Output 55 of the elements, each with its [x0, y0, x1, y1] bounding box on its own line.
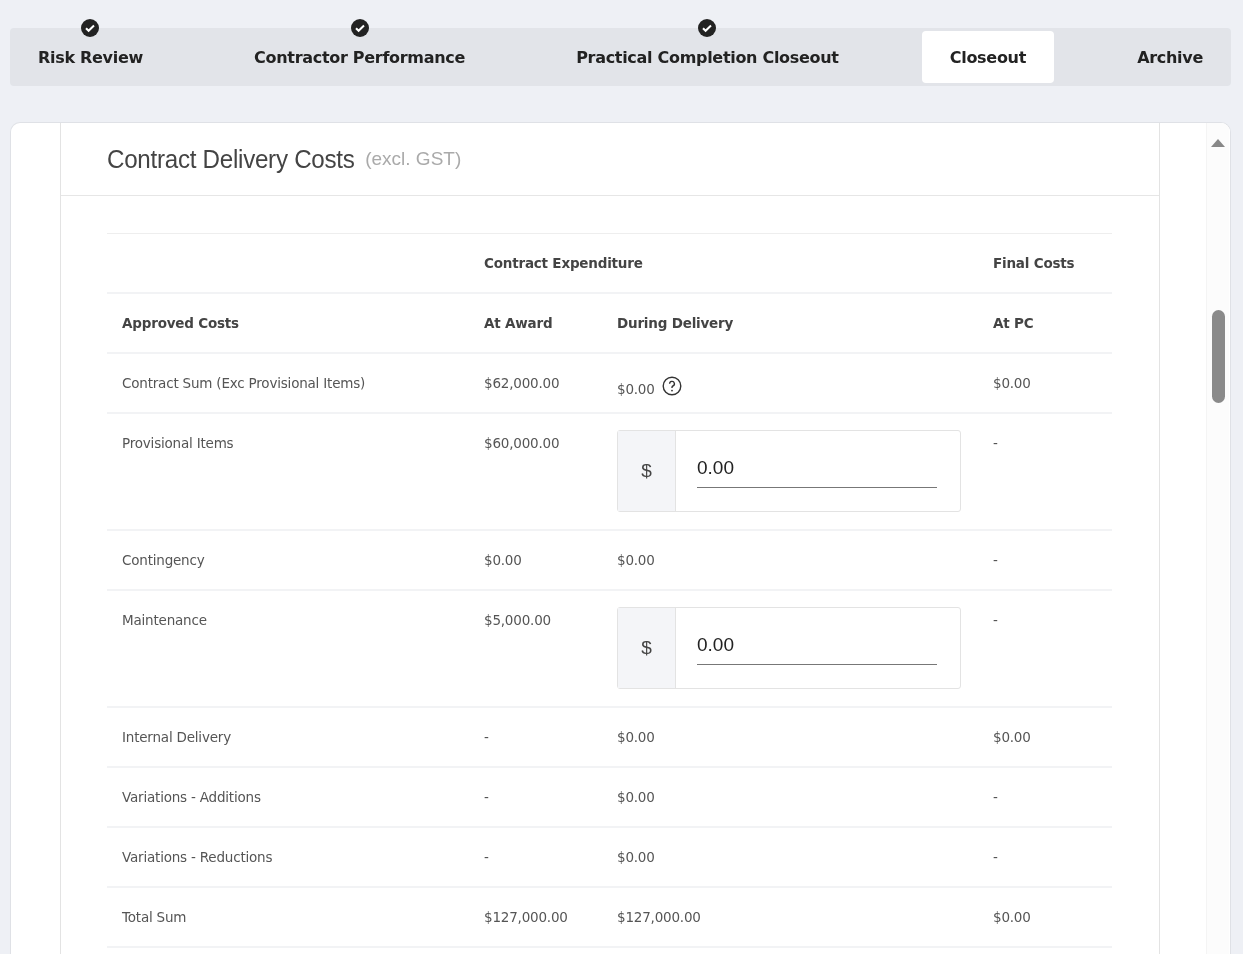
step-tab[interactable]: Contractor Performance [226, 31, 494, 83]
check-icon [349, 18, 370, 38]
currency-prefix: $ [618, 608, 676, 688]
column-header: Final Costs [993, 255, 1076, 271]
table-cell-text: $0.00 [993, 375, 1032, 391]
table-cell-text: - [993, 849, 999, 865]
table-cell: $0.00 [617, 552, 655, 568]
table-cell-text: - [993, 789, 999, 805]
amount-field[interactable]: $ 0.00 [617, 607, 961, 689]
table-cell-text: Variations - Reductions [122, 849, 274, 865]
step-tab[interactable]: Practical Completion Closeout [548, 31, 867, 83]
column-header: Contract Expenditure [484, 255, 644, 271]
scrollbar-thumb[interactable] [1212, 310, 1225, 403]
table-cell-text: $0.00 [993, 909, 1032, 925]
column-header: During Delivery [617, 315, 735, 331]
table-cell-text: $127,000.00 [484, 909, 569, 925]
table-cell-text: Total Sum [122, 909, 188, 925]
table-cell: $127,000.00 [617, 909, 701, 925]
table-cell-text: $0.00 [993, 729, 1032, 745]
table-cell-text: Variations - Additions [122, 789, 262, 805]
table-cell: $0.00 [617, 849, 655, 865]
step-tab[interactable]: Risk Review [10, 31, 171, 83]
table-cell: $0.00 [617, 381, 655, 397]
column-header: At Award [484, 315, 554, 331]
scroll-up-icon[interactable] [1211, 139, 1225, 147]
check-icon [697, 18, 718, 38]
column-header: Approved Costs [122, 315, 240, 331]
table-cell-text: $0.00 [484, 552, 523, 568]
table-cell-text: - [993, 552, 999, 568]
table-cell: $0.00 [617, 789, 655, 805]
check-icon [80, 18, 101, 38]
amount-input[interactable]: 0.00 [697, 630, 937, 665]
table-cell-text: Provisional Items [122, 435, 235, 451]
step-tab[interactable]: Archive [1109, 31, 1231, 83]
currency-prefix: $ [618, 431, 676, 511]
table-cell-text: - [484, 729, 490, 745]
help-icon[interactable] [661, 376, 682, 396]
table-cell-text: - [484, 789, 490, 805]
table-cell-text: - [484, 849, 490, 865]
table-cell-text: $60,000.00 [484, 435, 561, 451]
table-cell-text: $62,000.00 [484, 375, 561, 391]
table-cell: $0.00 [617, 729, 655, 745]
section-note: (excl. GST) [365, 148, 462, 170]
table-cell-text: Contingency [122, 552, 206, 568]
table-cell-text: $5,000.00 [484, 612, 552, 628]
table-cell-text: Internal Delivery [122, 729, 232, 745]
amount-field[interactable]: $ 0.00 [617, 430, 961, 512]
table-cell-text: Maintenance [122, 612, 208, 628]
amount-input[interactable]: 0.00 [697, 453, 937, 488]
section-title: Contract Delivery Costs [107, 143, 355, 175]
step-tab[interactable]: Closeout [921, 31, 1055, 83]
table-cell-text: - [993, 435, 999, 451]
table-cell-text: Contract Sum (Exc Provisional Items) [122, 375, 367, 391]
column-header: At PC [993, 315, 1035, 331]
table-cell-text: - [993, 612, 999, 628]
